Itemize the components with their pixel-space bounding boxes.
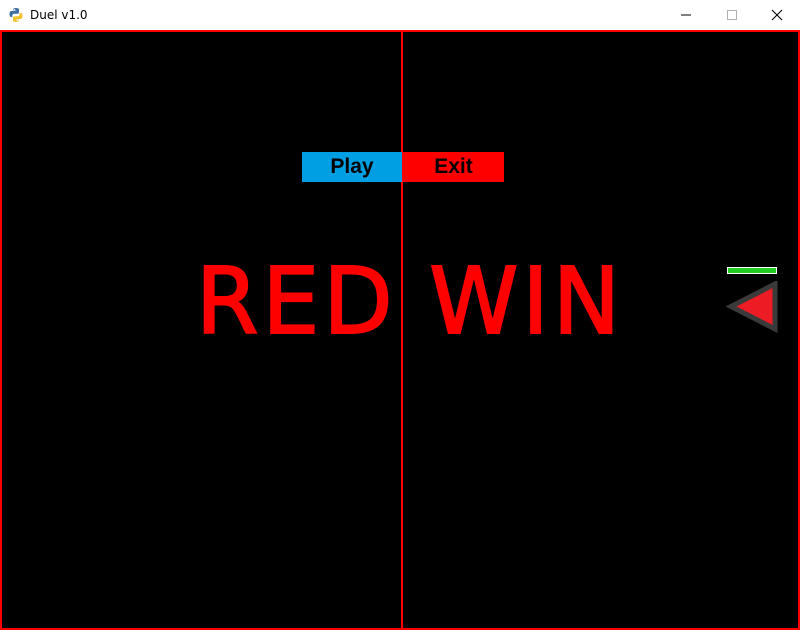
maximize-button[interactable]	[709, 0, 755, 30]
python-icon	[9, 8, 23, 22]
maximize-icon	[727, 10, 737, 20]
red-player-ship	[726, 281, 778, 333]
game-canvas[interactable]: Play Exit RED WIN	[0, 30, 800, 630]
result-text: RED WIN	[195, 247, 625, 356]
window-title: Duel v1.0	[30, 8, 88, 22]
title-bar[interactable]: Duel v1.0	[0, 0, 800, 30]
red-triangle-ship	[726, 281, 778, 333]
red-player-health-bar	[727, 267, 777, 274]
red-player-health-fill	[728, 268, 776, 273]
close-icon	[771, 9, 783, 21]
play-button[interactable]: Play	[302, 152, 402, 182]
app-window: Duel v1.0 Play Exit RED WIN	[0, 0, 800, 630]
minimize-icon	[681, 14, 691, 16]
minimize-button[interactable]	[663, 0, 709, 30]
exit-button[interactable]: Exit	[403, 152, 504, 182]
close-button[interactable]	[754, 0, 800, 30]
